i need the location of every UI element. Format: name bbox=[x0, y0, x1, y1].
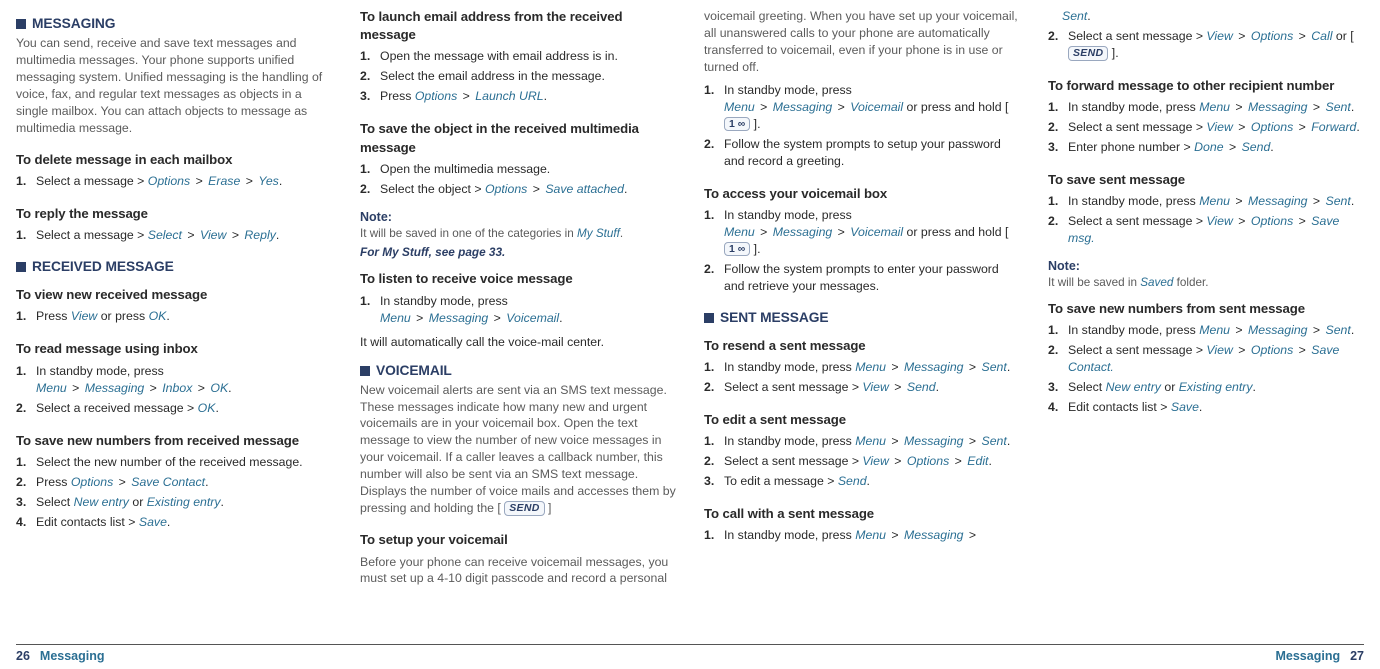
page-spread: MESSAGING You can send, receive and save… bbox=[16, 8, 1364, 638]
list-item: 3. To edit a message > Send. bbox=[704, 473, 1020, 490]
list-item: 1. In standby mode, press Menu > Messagi… bbox=[704, 82, 1020, 133]
voicemail-intro: New voicemail alerts are sent via an SMS… bbox=[360, 382, 676, 518]
list-item: 2. Select a sent message > View > Option… bbox=[1048, 342, 1364, 376]
column-3: voicemail greeting. When you have set up… bbox=[704, 8, 1020, 638]
section-heading-sent: SENT MESSAGE bbox=[704, 308, 1020, 327]
list-item: 2.Select the email address in the messag… bbox=[360, 68, 676, 85]
list-item: 1. In standby mode, press Menu > Messagi… bbox=[16, 363, 332, 397]
list-item: 3. Select New entry or Existing entry. bbox=[1048, 379, 1364, 396]
messaging-intro: You can send, receive and save text mess… bbox=[16, 35, 332, 137]
list-item: 2. Select a sent message > View > Option… bbox=[704, 453, 1020, 470]
list-item: 1. In standby mode, press Menu > Messagi… bbox=[704, 207, 1020, 258]
column-4: Sent. 2. Select a sent message > View > … bbox=[1048, 8, 1364, 638]
setup-vm-intro: Before your phone can receive voicemail … bbox=[360, 554, 676, 588]
list-item: 3. Enter phone number > Done > Send. bbox=[1048, 139, 1364, 156]
subheading: To view new received message bbox=[16, 286, 332, 304]
list-item: 2. Press Options > Save Contact. bbox=[16, 474, 332, 491]
note-label: Note: bbox=[1048, 258, 1364, 275]
steps-list: 1. Select a message > Options > Erase > … bbox=[16, 173, 332, 193]
footer-left: 26 Messaging bbox=[16, 648, 105, 665]
list-item: 1. In standby mode, press Menu > Messagi… bbox=[1048, 193, 1364, 210]
subheading: To delete message in each mailbox bbox=[16, 151, 332, 169]
list-item: 1. In standby mode, press Menu > Messagi… bbox=[704, 527, 1020, 544]
list-item: 2.Follow the system prompts to enter you… bbox=[704, 261, 1020, 295]
section-heading-messaging: MESSAGING bbox=[16, 14, 332, 33]
list-item: 1. In standby mode, press Menu > Messagi… bbox=[1048, 322, 1364, 339]
subheading: To reply the message bbox=[16, 205, 332, 223]
one-key-icon: 1 ∞ bbox=[724, 242, 750, 257]
subheading: To forward message to other recipient nu… bbox=[1048, 77, 1364, 95]
footer-label-left: Messaging bbox=[40, 648, 105, 665]
page-footer: 26 Messaging Messaging 27 bbox=[16, 644, 1364, 665]
subheading: To edit a sent message bbox=[704, 411, 1020, 429]
list-item: 2. Select the object > Options > Save at… bbox=[360, 181, 676, 198]
section-heading-received: RECEIVED MESSAGE bbox=[16, 257, 332, 276]
list-item: Sent. bbox=[1062, 8, 1364, 25]
square-bullet-icon bbox=[16, 19, 26, 29]
list-item: 1. In standby mode, press Menu > Messagi… bbox=[704, 433, 1020, 450]
list-item: 2. Select a received message > OK. bbox=[16, 400, 332, 417]
subheading: To resend a sent message bbox=[704, 337, 1020, 355]
list-item: 3. Select New entry or Existing entry. bbox=[16, 494, 332, 511]
send-key-icon: SEND bbox=[504, 501, 544, 516]
subheading: To save new numbers from received messag… bbox=[16, 432, 332, 450]
subheading: To access your voicemail box bbox=[704, 185, 1020, 203]
list-item: 2. Select a sent message > View > Option… bbox=[1048, 119, 1364, 136]
list-item: 2. Select a sent message > View > Option… bbox=[1048, 28, 1364, 62]
subheading: To save new numbers from sent message bbox=[1048, 300, 1364, 318]
list-item: 1. Select a message > Select > View > Re… bbox=[16, 227, 332, 244]
list-item: 1.Open the multimedia message. bbox=[360, 161, 676, 178]
list-item: 2. Select a sent message > View > Send. bbox=[704, 379, 1020, 396]
subheading: To launch email address from the receive… bbox=[360, 8, 676, 44]
column-2: To launch email address from the receive… bbox=[360, 8, 676, 638]
list-item: 2.Follow the system prompts to setup you… bbox=[704, 136, 1020, 170]
one-key-icon: 1 ∞ bbox=[724, 117, 750, 132]
note-body: It will be saved in one of the categorie… bbox=[360, 226, 676, 242]
section-heading-text: MESSAGING bbox=[32, 14, 115, 33]
subheading: To call with a sent message bbox=[704, 505, 1020, 523]
square-bullet-icon bbox=[704, 313, 714, 323]
column-1: MESSAGING You can send, receive and save… bbox=[16, 8, 332, 638]
note-body: It will be saved in Saved folder. bbox=[1048, 275, 1364, 291]
subheading: To read message using inbox bbox=[16, 340, 332, 358]
list-item: 1. Press View or press OK. bbox=[16, 308, 332, 325]
list-item: 1. In standby mode, press Menu > Messagi… bbox=[704, 359, 1020, 376]
list-item: 1. In standby mode, press Menu > Messagi… bbox=[1048, 99, 1364, 116]
subheading: To save the object in the received multi… bbox=[360, 120, 676, 156]
list-item: 4. Edit contacts list > Save. bbox=[1048, 399, 1364, 416]
square-bullet-icon bbox=[360, 366, 370, 376]
square-bullet-icon bbox=[16, 262, 26, 272]
page-number-left: 26 bbox=[16, 648, 30, 665]
footer-right: Messaging 27 bbox=[1275, 648, 1364, 665]
list-item: 1.Open the message with email address is… bbox=[360, 48, 676, 65]
setup-vm-cont: voicemail greeting. When you have set up… bbox=[704, 8, 1020, 76]
list-item: 2. Select a sent message > View > Option… bbox=[1048, 213, 1364, 247]
list-item: 4. Edit contacts list > Save. bbox=[16, 514, 332, 531]
cross-reference: For My Stuff, see page 33. bbox=[360, 244, 676, 260]
note-label: Note: bbox=[360, 209, 676, 226]
subheading: To setup your voicemail bbox=[360, 531, 676, 549]
subheading: To listen to receive voice message bbox=[360, 270, 676, 288]
list-item: 3. Press Options > Launch URL. bbox=[360, 88, 676, 105]
footer-label-right: Messaging bbox=[1275, 648, 1340, 665]
list-item: 1.Select the new number of the received … bbox=[16, 454, 332, 471]
paragraph: It will automatically call the voice-mai… bbox=[360, 334, 676, 351]
page-number-right: 27 bbox=[1350, 648, 1364, 665]
list-item: 1. Select a message > Options > Erase > … bbox=[16, 173, 332, 190]
list-item: 1. In standby mode, press Menu > Messagi… bbox=[360, 293, 676, 327]
section-heading-voicemail: VOICEMAIL bbox=[360, 361, 676, 380]
subheading: To save sent message bbox=[1048, 171, 1364, 189]
send-key-icon: SEND bbox=[1068, 46, 1108, 61]
